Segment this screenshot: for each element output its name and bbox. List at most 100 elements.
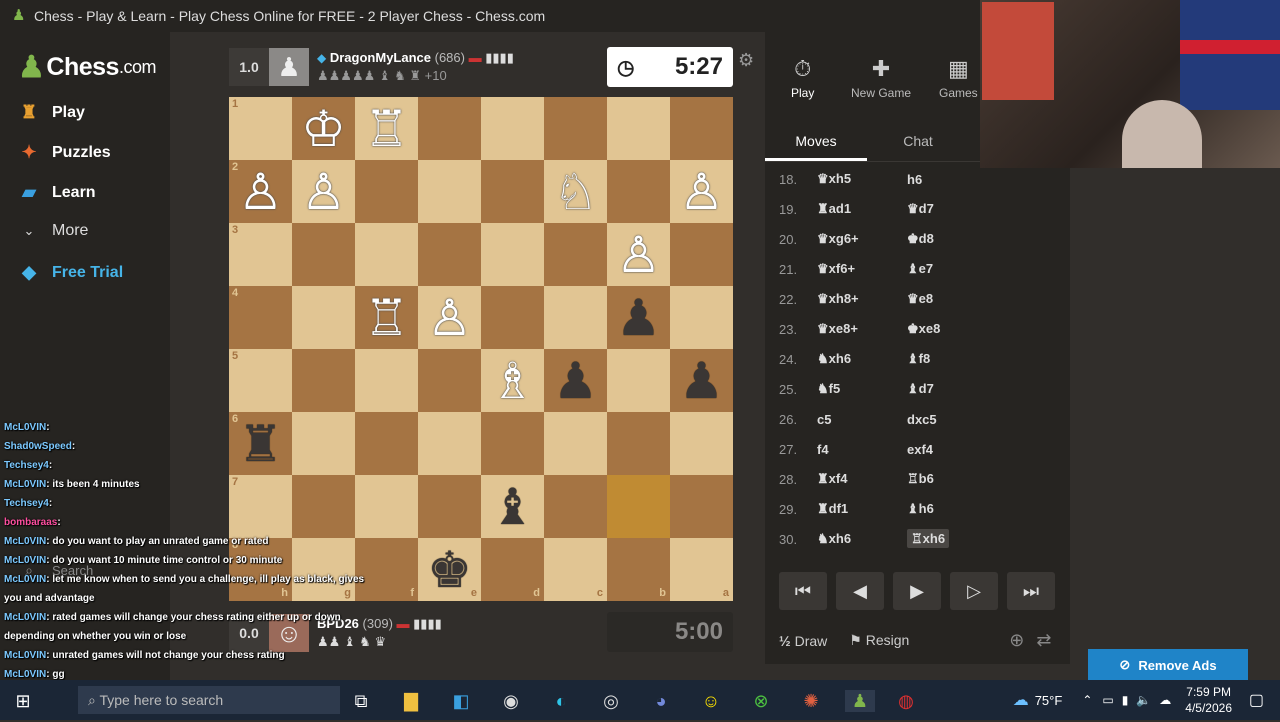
weather-temp[interactable]: 75°F xyxy=(1035,693,1063,708)
remove-ads-button[interactable]: ⊘ Remove Ads xyxy=(1088,649,1248,681)
draw-button[interactable]: ½ Draw xyxy=(779,633,827,649)
network-icon[interactable]: ▭ xyxy=(1102,693,1113,707)
board-square[interactable] xyxy=(292,286,355,349)
black-piece[interactable]: ♟ xyxy=(679,356,724,406)
flip-board-icon[interactable]: ⇄ xyxy=(1036,630,1051,651)
notification-icon[interactable]: ▢ xyxy=(1249,690,1264,710)
board-square[interactable]: ♟ xyxy=(670,349,733,412)
board-square[interactable] xyxy=(355,412,418,475)
board-square[interactable] xyxy=(418,160,481,223)
board-square[interactable] xyxy=(607,349,670,412)
white-move[interactable]: ♞f5 xyxy=(813,381,907,397)
white-piece[interactable]: ♙ xyxy=(238,167,283,217)
white-piece[interactable]: ♗ xyxy=(490,356,535,406)
white-move[interactable]: ♞xh6 xyxy=(813,531,907,547)
board-square[interactable]: ♙ xyxy=(418,286,481,349)
board-square[interactable] xyxy=(670,475,733,538)
black-move[interactable]: ♚xe8 xyxy=(907,321,1001,337)
board-square[interactable] xyxy=(544,97,607,160)
board-square[interactable] xyxy=(544,475,607,538)
resign-button[interactable]: ⚑ Resign xyxy=(849,632,909,649)
white-move[interactable]: ♜ad1 xyxy=(813,201,907,217)
white-move[interactable]: ♜df1 xyxy=(813,501,907,517)
board-square[interactable] xyxy=(292,349,355,412)
board-square[interactable] xyxy=(355,160,418,223)
gear-icon[interactable]: ⚙ xyxy=(738,50,754,71)
board-square[interactable] xyxy=(481,286,544,349)
first-move-icon[interactable]: ⏮ xyxy=(779,572,827,610)
board-square[interactable] xyxy=(607,97,670,160)
board-square[interactable] xyxy=(418,97,481,160)
black-piece[interactable]: ♟ xyxy=(616,293,661,343)
chesscom-logo[interactable]: ♟ Chess .com xyxy=(18,50,156,85)
board-square[interactable] xyxy=(670,223,733,286)
discord-icon[interactable]: ◕ xyxy=(650,690,672,712)
black-piece[interactable]: ♚ xyxy=(427,545,472,595)
board-square[interactable] xyxy=(418,475,481,538)
sidebar-item-free-trial[interactable]: ◆ Free Trial xyxy=(18,262,123,283)
black-piece[interactable]: ♝ xyxy=(490,482,535,532)
board-square[interactable]: c xyxy=(544,538,607,601)
board-square[interactable]: ♔ xyxy=(292,97,355,160)
board-square[interactable]: d xyxy=(481,538,544,601)
white-move[interactable]: ♛xh8+ xyxy=(813,291,907,307)
chevron-up-icon[interactable]: ⌃ xyxy=(1082,693,1092,707)
games-button[interactable]: ▦ Games xyxy=(939,56,978,100)
black-move[interactable]: ♚d8 xyxy=(907,231,1001,247)
sidebar-item-learn[interactable]: ▰ Learn xyxy=(18,182,96,203)
windows-start-icon[interactable]: ⊞ xyxy=(12,690,34,712)
white-move[interactable]: ♛xf6+ xyxy=(813,261,907,277)
board-square[interactable]: ♖ xyxy=(355,97,418,160)
board-square[interactable] xyxy=(355,349,418,412)
board-square[interactable]: ♗ xyxy=(481,349,544,412)
board-square[interactable]: 2 ♙ xyxy=(229,160,292,223)
battery-icon[interactable]: ▮ xyxy=(1122,693,1129,707)
white-move[interactable]: ♛xe8+ xyxy=(813,321,907,337)
board-square[interactable]: 1 xyxy=(229,97,292,160)
white-piece[interactable]: ♙ xyxy=(616,230,661,280)
black-piece[interactable]: ♟ xyxy=(553,356,598,406)
black-move[interactable]: ♝e7 xyxy=(907,261,1001,277)
white-move[interactable]: f4 xyxy=(813,442,907,457)
store-icon[interactable]: ◧ xyxy=(450,690,472,712)
new-game-button[interactable]: ✚ New Game xyxy=(851,56,911,100)
white-move[interactable]: ♜xf4 xyxy=(813,471,907,487)
black-move[interactable]: ♝f8 xyxy=(907,351,1001,367)
board-square[interactable] xyxy=(544,286,607,349)
board-square[interactable] xyxy=(670,97,733,160)
black-move[interactable]: ♛d7 xyxy=(907,201,1001,217)
board-square[interactable] xyxy=(355,223,418,286)
board-square[interactable]: f xyxy=(355,538,418,601)
board-square[interactable] xyxy=(292,223,355,286)
white-piece[interactable]: ♖ xyxy=(364,104,409,154)
edge-icon[interactable]: ◐ xyxy=(550,690,572,712)
board-square[interactable]: 5 xyxy=(229,349,292,412)
black-move[interactable]: ♛e8 xyxy=(907,291,1001,307)
black-move[interactable]: ♖b6 xyxy=(907,471,1001,487)
board-square[interactable] xyxy=(418,412,481,475)
board-square[interactable] xyxy=(607,475,670,538)
white-piece[interactable]: ♙ xyxy=(427,293,472,343)
board-square[interactable]: ♙ xyxy=(670,160,733,223)
white-piece[interactable]: ♘ xyxy=(553,167,598,217)
app-icon[interactable]: ✺ xyxy=(800,690,822,712)
board-square[interactable] xyxy=(481,160,544,223)
black-move[interactable]: ♝h6 xyxy=(907,501,1001,517)
white-move[interactable]: ♛xg6+ xyxy=(813,231,907,247)
board-square[interactable]: ♙ xyxy=(292,160,355,223)
taskbar-search-input[interactable]: ⌕ Type here to search xyxy=(78,686,340,714)
white-move[interactable]: ♞xh6 xyxy=(813,351,907,367)
recording-icon[interactable]: ◍ xyxy=(895,690,917,712)
board-square[interactable] xyxy=(544,223,607,286)
sidebar-item-puzzles[interactable]: ✦ Puzzles xyxy=(18,142,110,163)
board-square[interactable]: 3 xyxy=(229,223,292,286)
board-square[interactable]: ♖ xyxy=(355,286,418,349)
board-square[interactable] xyxy=(607,160,670,223)
board-square[interactable]: e ♚ xyxy=(418,538,481,601)
white-move[interactable]: ♛xh5 xyxy=(813,171,907,187)
black-move[interactable]: ♖xh6 xyxy=(907,529,1001,548)
play-tab-button[interactable]: ⏱ Play xyxy=(791,56,814,100)
sidebar-item-play[interactable]: ♜ Play xyxy=(18,102,85,123)
board-square[interactable]: b xyxy=(607,538,670,601)
board-square[interactable]: 4 xyxy=(229,286,292,349)
